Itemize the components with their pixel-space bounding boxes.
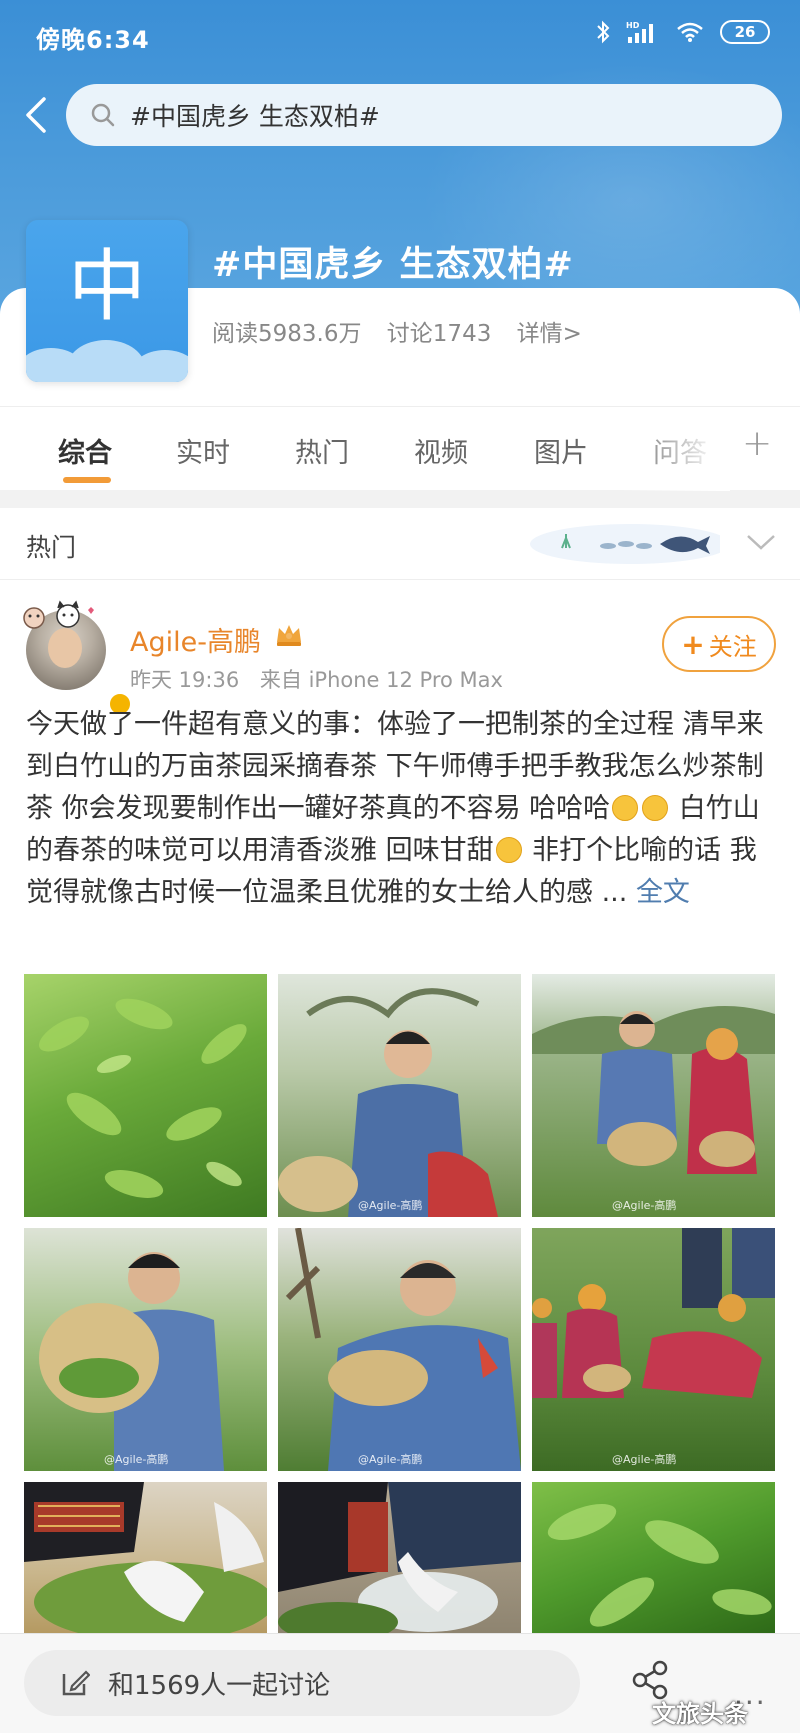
add-tab-icon[interactable]: +: [742, 423, 772, 464]
post-text: 今天做了一件超有意义的事：体验了一把制茶的全过程 清早来到白竹山的万亩茶园采摘春…: [26, 704, 778, 914]
tab-bar: 综合 实时 热门 视频 图片 问答 +: [0, 406, 800, 491]
picking-tea-illustration: [285, 1228, 521, 1471]
women-picking-illustration: [532, 1228, 775, 1398]
search-row: #中国虎乡 生态双柏#: [0, 82, 800, 148]
photo-women-picking-tea[interactable]: @Agile-高鹏: [532, 1228, 775, 1471]
tab-comprehensive[interactable]: 综合: [58, 431, 112, 470]
edit-icon: [62, 1670, 90, 1696]
battery-indicator: 26: [720, 20, 770, 44]
status-time: 傍晚6:34: [36, 26, 150, 54]
plus-icon: +: [681, 627, 705, 661]
author-avatar[interactable]: [23, 600, 132, 716]
basket-illustration: [39, 1252, 224, 1471]
photo-watermark-4: @Agile-高鹏: [358, 1453, 423, 1466]
photo-man-tasting-leaf[interactable]: @Agile-高鹏: [278, 974, 521, 1217]
tab-images[interactable]: 图片: [534, 431, 588, 470]
photo-watermark-2: @Agile-高鹏: [612, 1199, 677, 1212]
bottom-bar: 和1569人一起讨论 ... 文旅头条: [0, 1633, 800, 1733]
tab-video[interactable]: 视频: [414, 431, 468, 470]
photo-steaming-tea[interactable]: [278, 1482, 521, 1633]
comment-input[interactable]: 和1569人一起讨论: [24, 1650, 580, 1716]
post-source: 来自 iPhone 12 Pro Max: [259, 668, 503, 692]
hot-section-label: 热门: [26, 533, 77, 562]
brand-watermark: 文旅头条: [652, 1700, 748, 1728]
chevron-left-icon: [26, 97, 46, 133]
photo-hands-in-basket[interactable]: [24, 1482, 267, 1633]
pet-decoration-icon: [23, 600, 94, 629]
status-icons: HD 26: [596, 20, 770, 44]
man-tasting-illustration: [278, 988, 498, 1217]
tea-closeup-illustration: [547, 1503, 772, 1627]
crown-icon: [277, 625, 301, 646]
status-bar: 傍晚6:34 HD 26: [0, 0, 800, 72]
photo-man-picking-tea[interactable]: @Agile-高鹏: [278, 1228, 521, 1471]
topic-stats: 阅读5983.6万 讨论1743 详情>: [212, 314, 600, 348]
signal-icon: HD: [626, 20, 660, 44]
search-input[interactable]: #中国虎乡 生态双柏#: [66, 84, 782, 146]
photo-watermark: @Agile-高鹏: [358, 1199, 423, 1212]
topic-title: #中国虎乡 生态双柏#: [212, 245, 574, 285]
topic-reads: 阅读5983.6万: [212, 321, 362, 347]
tab-hot[interactable]: 热门: [295, 431, 349, 470]
photo-watermark-5: @Agile-高鹏: [612, 1453, 677, 1466]
search-icon: [91, 103, 115, 127]
back-button[interactable]: [14, 88, 58, 142]
photo-man-holding-basket[interactable]: @Agile-高鹏: [24, 1228, 267, 1471]
decorative-fish-icon: [530, 524, 720, 564]
topic-avatar: 中: [26, 220, 188, 382]
post-card: Agile-高鹏 昨天 19:36 来自 iPhone 12 Pro Max +…: [0, 580, 800, 1633]
topic-discussions: 讨论1743: [386, 321, 492, 347]
topic-details-link[interactable]: 详情>: [517, 321, 582, 347]
expand-full-text-link[interactable]: 全文: [636, 877, 690, 908]
post-time: 昨天 19:36: [130, 668, 240, 692]
topic-avatar-char: 中: [67, 242, 146, 332]
tab-fade: [620, 407, 730, 491]
signal-hd-label: HD: [626, 21, 640, 30]
wifi-icon: [676, 21, 704, 43]
photo-tea-closeup[interactable]: [532, 1482, 775, 1633]
avatar-face: [48, 628, 82, 668]
chevron-down-icon[interactable]: [746, 530, 776, 554]
tea-leaves-illustration: [39, 998, 247, 1198]
photo-watermark-3: @Agile-高鹏: [104, 1453, 169, 1466]
picking-illustration: [532, 1006, 775, 1174]
grinning-emoji-icon: [612, 795, 639, 821]
follow-label: 关注: [708, 632, 757, 661]
photo-picking-with-local-woman[interactable]: @Agile-高鹏: [532, 974, 775, 1217]
author-name[interactable]: Agile-高鹏: [130, 620, 261, 659]
photo-tea-leaves[interactable]: [24, 974, 267, 1217]
hot-section-header: 热门: [0, 508, 800, 580]
tab-active-indicator: [63, 477, 111, 483]
bluetooth-icon: [596, 20, 610, 44]
search-query: #中国虎乡 生态双柏#: [130, 102, 380, 131]
post-meta: 昨天 19:36 来自 iPhone 12 Pro Max: [130, 664, 517, 694]
hands-basket-illustration: [24, 1482, 267, 1633]
comment-placeholder: 和1569人一起讨论: [108, 1670, 331, 1701]
yum-emoji-icon: [495, 837, 522, 863]
grinning-emoji-icon-2: [642, 795, 669, 821]
steaming-illustration: [278, 1482, 521, 1633]
follow-button[interactable]: + 关注: [662, 616, 776, 672]
tab-realtime[interactable]: 实时: [176, 431, 230, 470]
